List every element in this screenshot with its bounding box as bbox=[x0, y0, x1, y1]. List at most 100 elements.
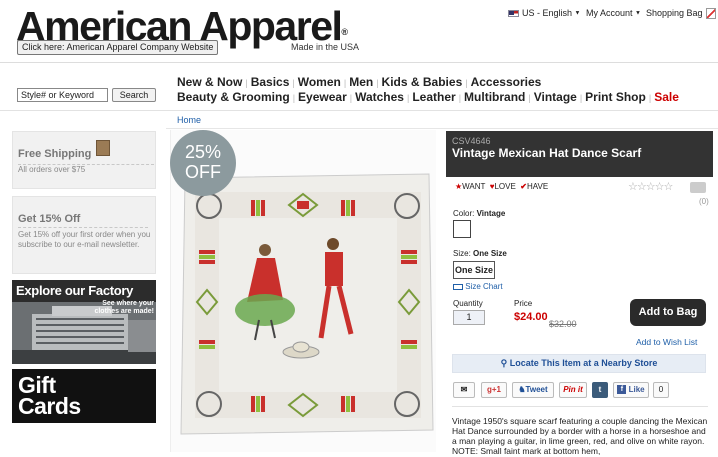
size-value: One Size bbox=[473, 249, 507, 258]
product-sku: CSV4646 bbox=[452, 136, 491, 146]
discount-off-label: OFF bbox=[185, 162, 221, 182]
main-nav-row-1: New & Now | Basics | Women | Men | Kids & Babies… bbox=[177, 75, 542, 89]
discount-percent: 25% bbox=[184, 142, 222, 162]
have-label: HAVE bbox=[526, 182, 549, 191]
chevron-down-icon: ▼ bbox=[635, 10, 641, 17]
color-swatch-vintage[interactable] bbox=[453, 220, 471, 238]
free-shipping-text: All orders over $75 bbox=[18, 165, 86, 174]
quantity-input[interactable]: 1 bbox=[453, 310, 485, 325]
nav-sale[interactable]: Sale bbox=[654, 90, 679, 104]
breadcrumb-home[interactable]: Home bbox=[177, 115, 201, 125]
gift-cards-label: Gift Cards bbox=[18, 372, 81, 419]
envelope-icon: ✉ bbox=[460, 385, 468, 394]
newsletter-discount-promo[interactable]: Get 15% Off Get 15% off your first order… bbox=[12, 196, 156, 274]
add-to-wishlist-link[interactable]: Add to Wish List bbox=[636, 337, 697, 347]
size-chart-label: Size Chart bbox=[465, 282, 503, 291]
search-button[interactable]: Search bbox=[112, 88, 156, 102]
color-value: Vintage bbox=[476, 209, 506, 218]
product-description: Vintage 1950's square scarf featuring a … bbox=[452, 416, 708, 456]
quantity-label: Quantity bbox=[453, 299, 483, 308]
like-count: 0 bbox=[653, 382, 669, 398]
nav-men[interactable]: Men bbox=[349, 75, 373, 89]
want-label: WANT bbox=[462, 182, 486, 191]
locale-selector[interactable]: US - English ▼ bbox=[508, 8, 581, 18]
size-label: Size: bbox=[453, 249, 471, 258]
facebook-icon: f bbox=[617, 385, 627, 395]
check-icon: ✔ bbox=[520, 182, 527, 191]
love-button[interactable]: ♥LOVE bbox=[490, 182, 516, 191]
google-plus-button[interactable]: g+1 bbox=[481, 382, 507, 398]
love-label: LOVE bbox=[494, 182, 516, 191]
header-divider bbox=[0, 62, 718, 63]
gplus-label: +1 bbox=[491, 385, 501, 394]
nav-beauty-grooming[interactable]: Beauty & Grooming bbox=[177, 90, 290, 104]
nav-eyewear[interactable]: Eyewear bbox=[298, 90, 347, 104]
discount-badge: 25% OFF bbox=[170, 130, 236, 196]
locate-store-button[interactable]: ⚲ Locate This Item at a Nearby Store bbox=[452, 354, 706, 373]
ruler-icon bbox=[453, 283, 463, 290]
original-price: $32.00 bbox=[549, 319, 577, 329]
tweet-button[interactable]: ♞Tweet bbox=[512, 382, 554, 398]
locate-label: Locate This Item at a Nearby Store bbox=[509, 358, 658, 368]
search-input[interactable] bbox=[17, 88, 108, 102]
chevron-down-icon: ▼ bbox=[574, 10, 581, 17]
nav-divider bbox=[0, 110, 718, 111]
size-option-one-size[interactable]: One Size bbox=[453, 261, 495, 279]
nav-kids-babies[interactable]: Kids & Babies bbox=[382, 75, 463, 89]
twitter-icon: ♞ bbox=[518, 385, 526, 394]
nav-women[interactable]: Women bbox=[298, 75, 341, 89]
free-shipping-title: Free Shipping bbox=[18, 148, 92, 160]
nav-leather[interactable]: Leather bbox=[412, 90, 455, 104]
tweet-label: Tweet bbox=[525, 385, 548, 394]
color-row: Color: Vintage bbox=[453, 209, 505, 218]
factory-subtitle: See where your clothes are made! bbox=[94, 300, 154, 315]
shipping-box-icon bbox=[96, 140, 110, 156]
company-website-button[interactable]: Click here: American Apparel Company Web… bbox=[17, 40, 219, 55]
sale-price: $24.00 bbox=[514, 311, 548, 323]
product-title-bar: CSV4646 Vintage Mexican Hat Dance Scarf bbox=[446, 131, 713, 177]
free-shipping-promo[interactable]: Free Shipping All orders over $75 bbox=[12, 131, 156, 189]
rating-stars[interactable]: ☆☆☆☆☆ bbox=[628, 180, 673, 193]
nav-accessories[interactable]: Accessories bbox=[471, 75, 542, 89]
magnifier-icon: ⚲ bbox=[500, 358, 508, 368]
review-bubble-icon[interactable] bbox=[690, 182, 706, 193]
bag-label: Shopping Bag bbox=[646, 8, 703, 18]
locale-label: US - English bbox=[522, 8, 573, 18]
pinit-button[interactable]: Pin it bbox=[559, 382, 587, 398]
size-row: Size: One Size bbox=[453, 249, 507, 258]
review-count: (0) bbox=[699, 197, 709, 206]
breadcrumb-divider bbox=[166, 128, 718, 129]
price-label: Price bbox=[514, 299, 533, 308]
main-nav-row-2: Beauty & Grooming | Eyewear | Watches | Leathe… bbox=[177, 90, 679, 104]
add-to-bag-button[interactable]: Add to Bag bbox=[630, 299, 706, 326]
email-share-button[interactable]: ✉ bbox=[453, 382, 475, 398]
shopping-bag-icon bbox=[705, 8, 716, 20]
want-button[interactable]: ★WANT bbox=[455, 182, 485, 191]
nav-watches[interactable]: Watches bbox=[355, 90, 404, 104]
nav-new-and-now[interactable]: New & Now bbox=[177, 75, 242, 89]
nav-basics[interactable]: Basics bbox=[251, 75, 290, 89]
promo-dash-divider bbox=[18, 227, 148, 228]
product-title: Vintage Mexican Hat Dance Scarf bbox=[452, 146, 642, 160]
tumblr-button[interactable]: t bbox=[592, 382, 608, 398]
factory-title: Explore our Factory bbox=[16, 283, 134, 298]
nav-print-shop[interactable]: Print Shop bbox=[585, 90, 646, 104]
discount-text: Get 15% off your first order when you su… bbox=[18, 230, 151, 249]
account-label: My Account bbox=[586, 8, 633, 18]
have-button[interactable]: ✔HAVE bbox=[520, 182, 548, 191]
gift-cards-banner[interactable]: Gift Cards bbox=[12, 369, 156, 423]
nav-multibrand[interactable]: Multibrand bbox=[464, 90, 525, 104]
description-divider bbox=[452, 406, 708, 407]
facebook-like-button[interactable]: f Like bbox=[613, 382, 649, 398]
made-in-usa-tagline: Made in the USA bbox=[291, 42, 360, 52]
nav-vintage[interactable]: Vintage bbox=[534, 90, 577, 104]
like-label: Like bbox=[628, 385, 645, 394]
shopping-bag-link[interactable]: Shopping Bag bbox=[646, 8, 716, 20]
discount-title: Get 15% Off bbox=[18, 213, 81, 225]
my-account-menu[interactable]: My Account ▼ bbox=[586, 8, 641, 18]
size-chart-link[interactable]: Size Chart bbox=[453, 282, 503, 291]
us-flag-icon bbox=[508, 10, 519, 18]
explore-factory-banner[interactable]: Explore our Factory See where your cloth… bbox=[12, 280, 156, 364]
color-label: Color: bbox=[453, 209, 475, 218]
social-actions: ★WANT ♥LOVE ✔HAVE bbox=[455, 182, 548, 191]
